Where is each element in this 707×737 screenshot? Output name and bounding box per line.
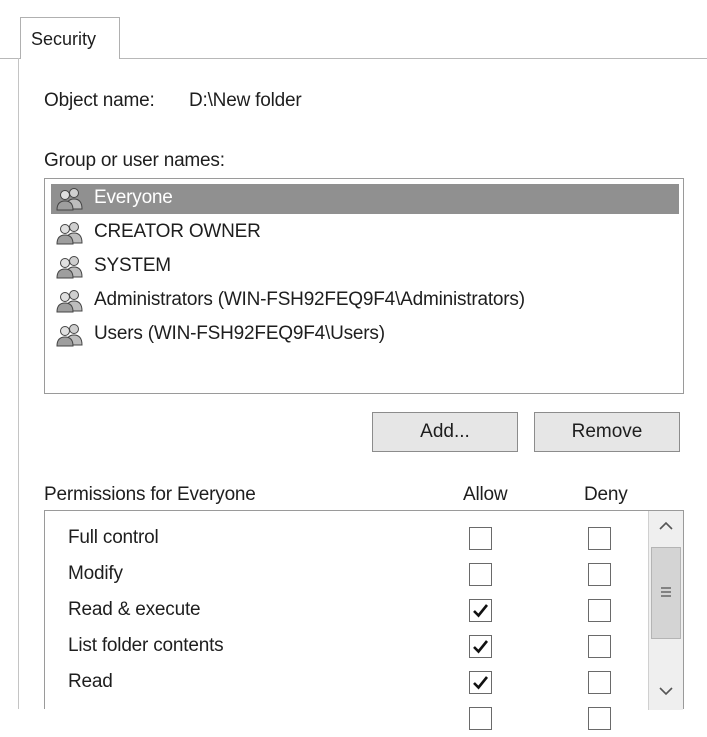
- permission-row-list-folder-contents: List folder contents: [45, 629, 643, 665]
- group-user-names-label: Group or user names:: [44, 150, 225, 171]
- scroll-down-button[interactable]: [649, 676, 683, 706]
- users-icon: [55, 255, 85, 279]
- permissions-label: Permissions for Everyone: [44, 484, 256, 505]
- chevron-up-icon: [659, 521, 673, 530]
- list-item-everyone[interactable]: Everyone: [51, 184, 679, 214]
- allow-checkbox-next[interactable]: [469, 707, 492, 730]
- permission-label: Read & execute: [68, 599, 201, 620]
- tab-security-label: Security: [31, 29, 97, 49]
- users-icon: [55, 187, 85, 211]
- permission-row-partial: [45, 701, 643, 737]
- remove-button[interactable]: Remove: [534, 412, 680, 452]
- list-item-label: CREATOR OWNER: [94, 221, 261, 242]
- permission-row-full-control: Full control: [45, 521, 643, 557]
- scroll-up-button[interactable]: [649, 511, 683, 541]
- deny-checkbox-read[interactable]: [588, 671, 611, 694]
- group-user-listbox[interactable]: Everyone CREATOR OWNER SYSTEM Administra…: [44, 178, 684, 394]
- list-item-label: Users (WIN-FSH92FEQ9F4\Users): [94, 323, 385, 344]
- permissions-scrollbar[interactable]: [648, 511, 683, 710]
- users-icon: [55, 289, 85, 313]
- permission-row-read-execute: Read & execute: [45, 593, 643, 629]
- list-item-system[interactable]: SYSTEM: [51, 252, 679, 282]
- permission-row-modify: Modify: [45, 557, 643, 593]
- tab-security[interactable]: Security: [20, 17, 120, 59]
- deny-checkbox-next[interactable]: [588, 707, 611, 730]
- users-icon: [55, 221, 85, 245]
- allow-checkbox-full-control[interactable]: [469, 527, 492, 550]
- deny-checkbox-modify[interactable]: [588, 563, 611, 586]
- allow-checkbox-modify[interactable]: [469, 563, 492, 586]
- allow-checkbox-read[interactable]: [469, 671, 492, 694]
- list-item-label: SYSTEM: [94, 255, 171, 276]
- allow-column-header: Allow: [463, 484, 508, 505]
- permission-label: Modify: [68, 563, 123, 584]
- allow-checkbox-read-execute[interactable]: [469, 599, 492, 622]
- permission-label: List folder contents: [68, 635, 224, 656]
- deny-checkbox-read-execute[interactable]: [588, 599, 611, 622]
- users-icon: [55, 323, 85, 347]
- allow-checkbox-list-folder-contents[interactable]: [469, 635, 492, 658]
- chevron-down-icon: [659, 687, 673, 696]
- deny-checkbox-full-control[interactable]: [588, 527, 611, 550]
- permission-row-read: Read: [45, 665, 643, 701]
- panel-border: [18, 58, 19, 709]
- deny-column-header: Deny: [584, 484, 628, 505]
- checkmark-icon: [473, 640, 489, 654]
- checkmark-icon: [473, 604, 489, 618]
- scroll-thumb[interactable]: [651, 547, 681, 639]
- list-item-administrators[interactable]: Administrators (WIN-FSH92FEQ9F4\Administ…: [51, 286, 679, 316]
- permission-label: Full control: [68, 527, 159, 548]
- list-item-label: Administrators (WIN-FSH92FEQ9F4\Administ…: [94, 289, 525, 310]
- list-item-label: Everyone: [94, 187, 173, 208]
- deny-checkbox-list-folder-contents[interactable]: [588, 635, 611, 658]
- grip-icon: [661, 587, 671, 597]
- permission-label: Read: [68, 671, 113, 692]
- object-name-value: D:\New folder: [189, 90, 302, 111]
- permissions-list[interactable]: Full control Modify Read & execute List …: [44, 510, 684, 730]
- checkmark-icon: [473, 676, 489, 690]
- add-button[interactable]: Add...: [372, 412, 518, 452]
- object-name-label: Object name:: [44, 90, 155, 111]
- list-item-creator-owner[interactable]: CREATOR OWNER: [51, 218, 679, 248]
- list-item-users[interactable]: Users (WIN-FSH92FEQ9F4\Users): [51, 320, 679, 350]
